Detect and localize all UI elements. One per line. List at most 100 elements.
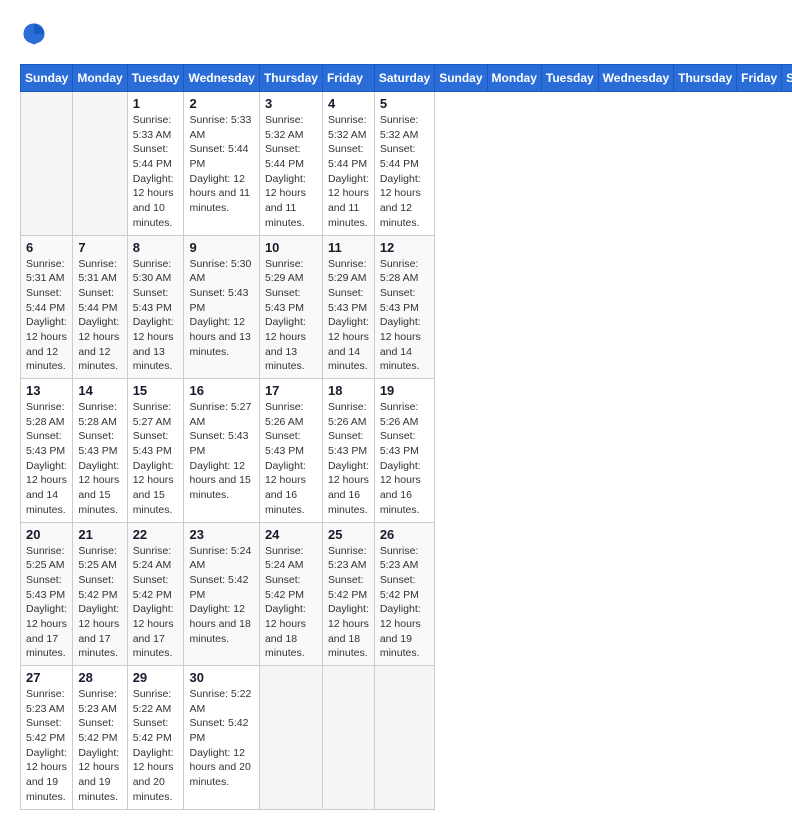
calendar-cell: 18 Sunrise: 5:26 AM Sunset: 5:43 PM Dayl…: [322, 379, 374, 523]
day-info: Sunrise: 5:31 AM Sunset: 5:44 PM Dayligh…: [26, 257, 67, 375]
sunrise-text: Sunrise: 5:30 AM: [133, 258, 172, 285]
sunset-text: Sunset: 5:43 PM: [133, 430, 172, 457]
calendar-cell: [322, 666, 374, 810]
daylight-text: Daylight: 12 hours and 16 minutes.: [380, 460, 421, 516]
calendar-week-row: 6 Sunrise: 5:31 AM Sunset: 5:44 PM Dayli…: [21, 235, 792, 379]
day-number: 7: [78, 240, 121, 255]
day-info: Sunrise: 5:32 AM Sunset: 5:44 PM Dayligh…: [328, 113, 369, 231]
calendar-week-row: 13 Sunrise: 5:28 AM Sunset: 5:43 PM Dayl…: [21, 379, 792, 523]
sunset-text: Sunset: 5:44 PM: [133, 143, 172, 170]
col-header-monday: Monday: [487, 65, 541, 92]
calendar-cell: [73, 92, 127, 236]
day-info: Sunrise: 5:22 AM Sunset: 5:42 PM Dayligh…: [189, 687, 253, 790]
calendar-cell: 11 Sunrise: 5:29 AM Sunset: 5:43 PM Dayl…: [322, 235, 374, 379]
daylight-text: Daylight: 12 hours and 14 minutes.: [26, 460, 67, 516]
sunset-text: Sunset: 5:44 PM: [328, 143, 367, 170]
day-number: 10: [265, 240, 317, 255]
sunrise-text: Sunrise: 5:25 AM: [78, 545, 117, 572]
calendar-cell: 28 Sunrise: 5:23 AM Sunset: 5:42 PM Dayl…: [73, 666, 127, 810]
calendar-cell: [374, 666, 434, 810]
calendar-cell: 30 Sunrise: 5:22 AM Sunset: 5:42 PM Dayl…: [184, 666, 259, 810]
sunrise-text: Sunrise: 5:22 AM: [133, 688, 172, 715]
calendar-cell: 4 Sunrise: 5:32 AM Sunset: 5:44 PM Dayli…: [322, 92, 374, 236]
day-info: Sunrise: 5:24 AM Sunset: 5:42 PM Dayligh…: [189, 544, 253, 647]
day-number: 22: [133, 527, 179, 542]
calendar-cell: 24 Sunrise: 5:24 AM Sunset: 5:42 PM Dayl…: [259, 522, 322, 666]
day-number: 27: [26, 670, 67, 685]
calendar-cell: 5 Sunrise: 5:32 AM Sunset: 5:44 PM Dayli…: [374, 92, 434, 236]
page-header: [20, 20, 772, 48]
daylight-text: Daylight: 12 hours and 18 minutes.: [189, 603, 250, 644]
day-number: 8: [133, 240, 179, 255]
sunset-text: Sunset: 5:44 PM: [189, 143, 248, 170]
day-number: 13: [26, 383, 67, 398]
day-info: Sunrise: 5:33 AM Sunset: 5:44 PM Dayligh…: [133, 113, 179, 231]
day-info: Sunrise: 5:27 AM Sunset: 5:43 PM Dayligh…: [133, 400, 179, 518]
day-info: Sunrise: 5:28 AM Sunset: 5:43 PM Dayligh…: [380, 257, 429, 375]
day-info: Sunrise: 5:26 AM Sunset: 5:43 PM Dayligh…: [380, 400, 429, 518]
header-thursday: Thursday: [259, 65, 322, 92]
calendar-cell: 22 Sunrise: 5:24 AM Sunset: 5:42 PM Dayl…: [127, 522, 184, 666]
day-number: 19: [380, 383, 429, 398]
daylight-text: Daylight: 12 hours and 16 minutes.: [328, 460, 369, 516]
day-info: Sunrise: 5:22 AM Sunset: 5:42 PM Dayligh…: [133, 687, 179, 805]
header-wednesday: Wednesday: [184, 65, 259, 92]
daylight-text: Daylight: 12 hours and 12 minutes.: [26, 316, 67, 372]
day-info: Sunrise: 5:24 AM Sunset: 5:42 PM Dayligh…: [265, 544, 317, 662]
day-number: 9: [189, 240, 253, 255]
day-number: 18: [328, 383, 369, 398]
day-number: 20: [26, 527, 67, 542]
day-info: Sunrise: 5:25 AM Sunset: 5:43 PM Dayligh…: [26, 544, 67, 662]
daylight-text: Daylight: 12 hours and 14 minutes.: [328, 316, 369, 372]
day-number: 6: [26, 240, 67, 255]
sunset-text: Sunset: 5:42 PM: [328, 574, 367, 601]
calendar-cell: 20 Sunrise: 5:25 AM Sunset: 5:43 PM Dayl…: [21, 522, 73, 666]
calendar-cell: 23 Sunrise: 5:24 AM Sunset: 5:42 PM Dayl…: [184, 522, 259, 666]
sunset-text: Sunset: 5:42 PM: [78, 574, 117, 601]
sunset-text: Sunset: 5:43 PM: [328, 287, 367, 314]
day-info: Sunrise: 5:28 AM Sunset: 5:43 PM Dayligh…: [26, 400, 67, 518]
sunrise-text: Sunrise: 5:22 AM: [189, 688, 251, 715]
col-header-saturday: Saturday: [782, 65, 792, 92]
calendar-cell: [259, 666, 322, 810]
calendar-cell: 12 Sunrise: 5:28 AM Sunset: 5:43 PM Dayl…: [374, 235, 434, 379]
sunset-text: Sunset: 5:44 PM: [26, 287, 65, 314]
col-header-thursday: Thursday: [674, 65, 737, 92]
sunset-text: Sunset: 5:43 PM: [26, 430, 65, 457]
day-info: Sunrise: 5:24 AM Sunset: 5:42 PM Dayligh…: [133, 544, 179, 662]
sunset-text: Sunset: 5:43 PM: [265, 430, 304, 457]
day-info: Sunrise: 5:30 AM Sunset: 5:43 PM Dayligh…: [189, 257, 253, 360]
day-info: Sunrise: 5:32 AM Sunset: 5:44 PM Dayligh…: [265, 113, 317, 231]
day-info: Sunrise: 5:23 AM Sunset: 5:42 PM Dayligh…: [328, 544, 369, 662]
day-number: 5: [380, 96, 429, 111]
day-number: 30: [189, 670, 253, 685]
sunset-text: Sunset: 5:43 PM: [328, 430, 367, 457]
calendar-cell: 16 Sunrise: 5:27 AM Sunset: 5:43 PM Dayl…: [184, 379, 259, 523]
day-info: Sunrise: 5:33 AM Sunset: 5:44 PM Dayligh…: [189, 113, 253, 216]
daylight-text: Daylight: 12 hours and 19 minutes.: [26, 747, 67, 803]
sunrise-text: Sunrise: 5:25 AM: [26, 545, 65, 572]
calendar-cell: 15 Sunrise: 5:27 AM Sunset: 5:43 PM Dayl…: [127, 379, 184, 523]
day-info: Sunrise: 5:28 AM Sunset: 5:43 PM Dayligh…: [78, 400, 121, 518]
day-info: Sunrise: 5:26 AM Sunset: 5:43 PM Dayligh…: [265, 400, 317, 518]
sunrise-text: Sunrise: 5:23 AM: [26, 688, 65, 715]
daylight-text: Daylight: 12 hours and 20 minutes.: [133, 747, 174, 803]
header-saturday: Saturday: [374, 65, 434, 92]
calendar-cell: 27 Sunrise: 5:23 AM Sunset: 5:42 PM Dayl…: [21, 666, 73, 810]
calendar-cell: 26 Sunrise: 5:23 AM Sunset: 5:42 PM Dayl…: [374, 522, 434, 666]
daylight-text: Daylight: 12 hours and 11 minutes.: [265, 173, 306, 229]
sunrise-text: Sunrise: 5:24 AM: [189, 545, 251, 572]
day-info: Sunrise: 5:25 AM Sunset: 5:42 PM Dayligh…: [78, 544, 121, 662]
daylight-text: Daylight: 12 hours and 14 minutes.: [380, 316, 421, 372]
sunset-text: Sunset: 5:42 PM: [133, 717, 172, 744]
day-number: 26: [380, 527, 429, 542]
sunrise-text: Sunrise: 5:23 AM: [78, 688, 117, 715]
day-number: 12: [380, 240, 429, 255]
daylight-text: Daylight: 12 hours and 15 minutes.: [133, 460, 174, 516]
calendar-week-row: 1 Sunrise: 5:33 AM Sunset: 5:44 PM Dayli…: [21, 92, 792, 236]
daylight-text: Daylight: 12 hours and 15 minutes.: [78, 460, 119, 516]
day-number: 23: [189, 527, 253, 542]
sunrise-text: Sunrise: 5:29 AM: [328, 258, 367, 285]
daylight-text: Daylight: 12 hours and 13 minutes.: [265, 316, 306, 372]
sunrise-text: Sunrise: 5:32 AM: [328, 114, 367, 141]
